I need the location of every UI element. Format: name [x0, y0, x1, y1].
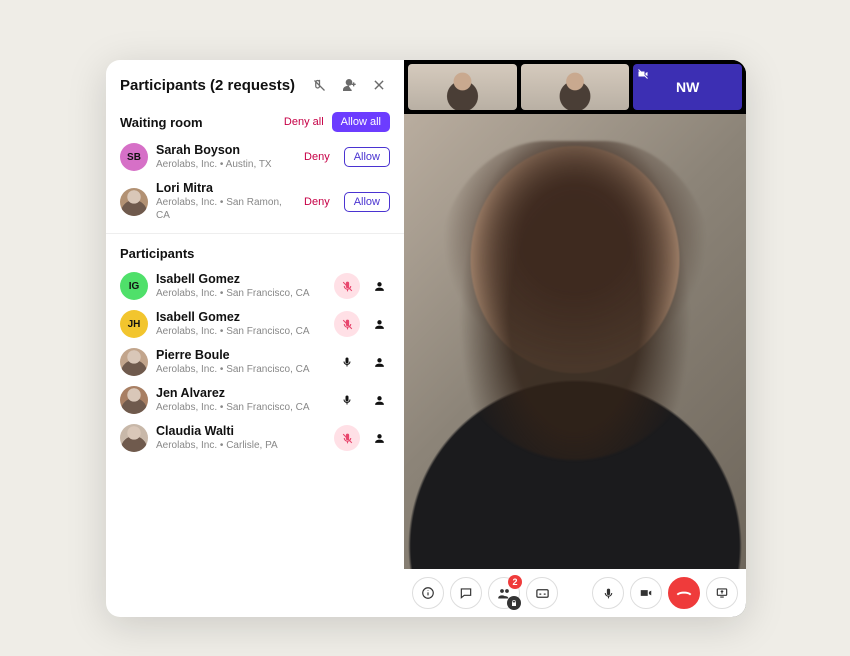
participant-meta: Aerolabs, Inc. • San Francisco, CA: [156, 401, 326, 414]
participant-meta: Aerolabs, Inc. • San Francisco, CA: [156, 363, 326, 376]
active-speaker-video[interactable]: [404, 114, 746, 569]
thumbnail-video[interactable]: [521, 64, 630, 110]
avatar: [120, 386, 148, 414]
avatar: [120, 188, 148, 216]
waiting-room-title: Waiting room: [120, 115, 284, 130]
person-options-icon[interactable]: [368, 356, 390, 369]
avatar: JH: [120, 310, 148, 338]
name-block: Pierre BouleAerolabs, Inc. • San Francis…: [156, 348, 326, 376]
panel-header: Participants (2 requests): [120, 74, 390, 96]
hangup-button[interactable]: [668, 577, 700, 609]
captions-button[interactable]: [526, 577, 558, 609]
allow-button[interactable]: Allow: [344, 147, 390, 167]
participant-meta: Aerolabs, Inc. • San Francisco, CA: [156, 325, 326, 338]
thumbnail-initials: NW: [676, 79, 699, 95]
mic-muted-icon[interactable]: [334, 311, 360, 337]
filmstrip: NW: [404, 60, 746, 114]
participant-name: Pierre Boule: [156, 348, 326, 363]
waiting-row: Lori MitraAerolabs, Inc. • San Ramon, CA…: [120, 176, 390, 227]
mute-all-icon[interactable]: [308, 74, 330, 96]
participant-name: Claudia Walti: [156, 424, 326, 439]
share-screen-button[interactable]: [706, 577, 738, 609]
participant-meta: Aerolabs, Inc. • Carlisle, PA: [156, 439, 326, 452]
chat-button[interactable]: [450, 577, 482, 609]
avatar: [120, 348, 148, 376]
participant-name: Jen Alvarez: [156, 386, 326, 401]
camera-off-icon: [637, 68, 649, 80]
info-button[interactable]: [412, 577, 444, 609]
add-person-icon[interactable]: [338, 74, 360, 96]
divider: [106, 233, 404, 234]
name-block: Sarah BoysonAerolabs, Inc. • Austin, TX: [156, 143, 296, 171]
participant-row: Claudia WaltiAerolabs, Inc. • Carlisle, …: [120, 419, 390, 457]
participants-header: Participants: [120, 246, 390, 261]
participant-meta: Aerolabs, Inc. • San Francisco, CA: [156, 287, 326, 300]
person-options-icon[interactable]: [368, 432, 390, 445]
participant-row: JH Isabell GomezAerolabs, Inc. • San Fran…: [120, 305, 390, 343]
mic-button[interactable]: [592, 577, 624, 609]
mic-muted-icon[interactable]: [334, 425, 360, 451]
name-block: Jen AlvarezAerolabs, Inc. • San Francisc…: [156, 386, 326, 414]
person-options-icon[interactable]: [368, 394, 390, 407]
mic-on-icon[interactable]: [334, 387, 360, 413]
participant-name: Isabell Gomez: [156, 272, 326, 287]
close-icon[interactable]: [368, 74, 390, 96]
participant-name: Isabell Gomez: [156, 310, 326, 325]
participant-row: IG Isabell GomezAerolabs, Inc. • San Fran…: [120, 267, 390, 305]
camera-button[interactable]: [630, 577, 662, 609]
deny-button[interactable]: Deny: [304, 151, 330, 163]
waiting-row: SB Sarah BoysonAerolabs, Inc. • Austin, T…: [120, 138, 390, 176]
allow-all-button[interactable]: Allow all: [332, 112, 390, 132]
participant-row: Jen AlvarezAerolabs, Inc. • San Francisc…: [120, 381, 390, 419]
person-options-icon[interactable]: [368, 318, 390, 331]
participants-list: IGIsabell GomezAerolabs, Inc. • San Fran…: [120, 267, 390, 457]
participants-title: Participants: [120, 246, 390, 261]
participant-meta: Aerolabs, Inc. • San Ramon, CA: [156, 196, 296, 222]
participant-name: Lori Mitra: [156, 181, 296, 196]
allow-button[interactable]: Allow: [344, 192, 390, 212]
name-block: Isabell GomezAerolabs, Inc. • San Franci…: [156, 272, 326, 300]
participants-panel: Participants (2 requests) Waiting room D…: [106, 60, 404, 617]
participant-meta: Aerolabs, Inc. • Austin, TX: [156, 158, 296, 171]
waiting-room-list: SB Sarah BoysonAerolabs, Inc. • Austin, T…: [120, 138, 390, 227]
mic-on-icon[interactable]: [334, 349, 360, 375]
call-controls: 2: [404, 569, 746, 617]
deny-button[interactable]: Deny: [304, 196, 330, 208]
mic-muted-icon[interactable]: [334, 273, 360, 299]
lock-icon: [507, 596, 521, 610]
panel-title: Participants (2 requests): [120, 77, 300, 94]
waiting-room-header: Waiting room Deny all Allow all: [120, 112, 390, 132]
thumbnail-camera-off[interactable]: NW: [633, 64, 742, 110]
avatar: IG: [120, 272, 148, 300]
avatar: SB: [120, 143, 148, 171]
avatar: [120, 424, 148, 452]
requests-badge: 2: [508, 575, 522, 589]
thumbnail-video[interactable]: [408, 64, 517, 110]
name-block: Claudia WaltiAerolabs, Inc. • Carlisle, …: [156, 424, 326, 452]
participant-name: Sarah Boyson: [156, 143, 296, 158]
name-block: Lori MitraAerolabs, Inc. • San Ramon, CA: [156, 181, 296, 222]
person-options-icon[interactable]: [368, 280, 390, 293]
participant-row: Pierre BouleAerolabs, Inc. • San Francis…: [120, 343, 390, 381]
participants-button[interactable]: 2: [488, 577, 520, 609]
deny-all-button[interactable]: Deny all: [284, 116, 324, 128]
meeting-window: Participants (2 requests) Waiting room D…: [106, 60, 746, 617]
name-block: Isabell GomezAerolabs, Inc. • San Franci…: [156, 310, 326, 338]
video-area: NW 2: [404, 60, 746, 617]
